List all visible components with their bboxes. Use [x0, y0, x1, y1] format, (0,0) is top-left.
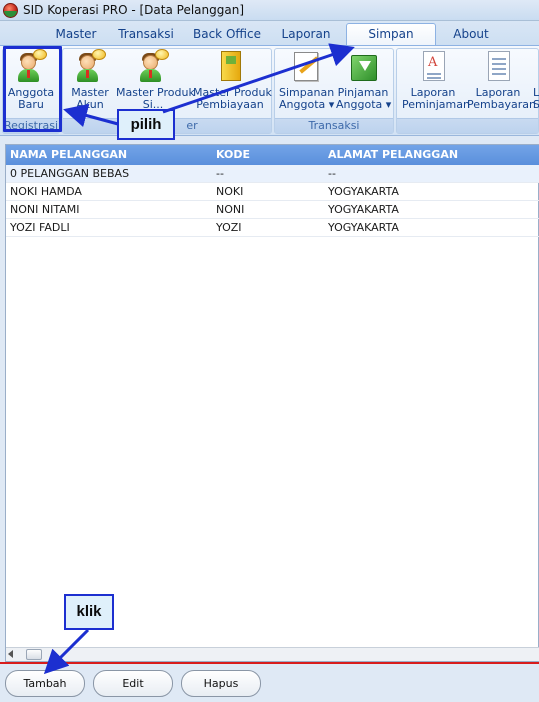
group-label-laporan	[397, 118, 538, 133]
cell-alamat: YOGYAKARTA	[328, 185, 399, 198]
horizontal-scrollbar[interactable]	[6, 647, 539, 661]
column-header-kode[interactable]: KODE	[216, 145, 250, 165]
tab-transaksi[interactable]: Transaksi	[117, 25, 175, 45]
callout-pilih: pilih	[117, 109, 175, 140]
scrollbar-thumb[interactable]	[26, 649, 42, 660]
simpanan-anggota-button[interactable]: Simpanan Anggota ▾	[279, 49, 335, 111]
anggota-baru-highlight	[3, 46, 62, 132]
column-header-alamat[interactable]: ALAMAT PELANGGAN	[328, 145, 458, 165]
download-box-icon	[347, 49, 379, 83]
cell-alamat: YOGYAKARTA	[328, 203, 399, 216]
customer-table: NAMA PELANGGAN KODE ALAMAT PELANGGAN 0 P…	[5, 144, 539, 662]
tab-master[interactable]: Master	[52, 25, 100, 45]
tab-laporan[interactable]: Laporan	[280, 25, 332, 45]
report-document-icon	[482, 49, 514, 83]
cell-kode: YOZI	[216, 221, 242, 234]
notepad-pencil-icon	[290, 49, 322, 83]
cell-nama: NONI NITAMI	[10, 203, 80, 216]
cell-alamat: --	[328, 167, 336, 180]
hapus-button[interactable]: Hapus	[181, 670, 261, 697]
pinjaman-anggota-button[interactable]: Pinjaman Anggota ▾	[336, 49, 392, 111]
column-header-nama[interactable]: NAMA PELANGGAN	[10, 145, 127, 165]
separator-line	[0, 662, 539, 664]
laporan-peminjaman-label-2: Peminjaman	[402, 98, 470, 111]
table-header: NAMA PELANGGAN KODE ALAMAT PELANGGAN	[6, 145, 539, 165]
master-akun-button[interactable]: Master Akun	[66, 49, 114, 111]
cell-nama: 0 PELANGGAN BEBAS	[10, 167, 130, 180]
table-row[interactable]: YOZI FADLI YOZI YOGYAKARTA	[6, 219, 539, 237]
cell-kode: NONI	[216, 203, 245, 216]
tambah-button[interactable]: Tambah	[5, 670, 85, 697]
product-savings-icon	[137, 49, 169, 83]
cell-kode: --	[216, 167, 224, 180]
laporan-peminjaman-button[interactable]: A Laporan Peminjaman	[402, 49, 470, 111]
master-akun-label-2: Akun	[76, 98, 104, 111]
ribbon-panel: Registrasi er Transaksi Anggota Baru Mas…	[0, 45, 539, 136]
door-icon	[214, 49, 246, 83]
laporan-pembayaran-label-2: Pembayaran	[467, 98, 536, 111]
pinjaman-anggota-label-2: Anggota ▾	[336, 98, 392, 111]
cell-alamat: YOGYAKARTA	[328, 221, 399, 234]
master-produk-pembiayaan-label-2: Pembiayaan	[196, 98, 264, 111]
cell-nama: YOZI FADLI	[10, 221, 70, 234]
window-title: SID Koperasi PRO - [Data Pelanggan]	[23, 3, 244, 17]
edit-button[interactable]: Edit	[93, 670, 173, 697]
table-row[interactable]: NOKI HAMDA NOKI YOGYAKARTA	[6, 183, 539, 201]
table-row[interactable]: NONI NITAMI NONI YOGYAKARTA	[6, 201, 539, 219]
table-row[interactable]: 0 PELANGGAN BEBAS -- --	[6, 165, 539, 183]
laporan-pembayaran-button[interactable]: Laporan Pembayaran	[467, 49, 536, 111]
callout-klik: klik	[64, 594, 114, 630]
laporan-extra-button[interactable]: L S	[533, 49, 539, 111]
tab-about[interactable]: About	[451, 25, 491, 45]
report-pdf-icon: A	[417, 49, 449, 83]
title-bar: SID Koperasi PRO - [Data Pelanggan]	[0, 0, 539, 21]
group-label-transaksi: Transaksi	[275, 118, 393, 133]
user-account-icon	[74, 49, 106, 83]
master-produk-pembiayaan-button[interactable]: Master Produk Pembiayaan	[193, 49, 272, 111]
master-produk-simpanan-button[interactable]: Master Produk Si...	[116, 49, 195, 111]
cell-nama: NOKI HAMDA	[10, 185, 82, 198]
ribbon-tabs: Master Transaksi Back Office Laporan Sim…	[0, 21, 539, 61]
tab-back-office[interactable]: Back Office	[193, 25, 261, 45]
scroll-left-icon[interactable]	[8, 650, 13, 658]
app-logo-icon	[3, 2, 18, 18]
cell-kode: NOKI	[216, 185, 244, 198]
tab-simpan-pinjam[interactable]: Simpan Pinjam	[346, 23, 436, 61]
laporan-extra-label-2: S	[533, 98, 539, 111]
simpanan-anggota-label-2: Anggota ▾	[279, 98, 335, 111]
